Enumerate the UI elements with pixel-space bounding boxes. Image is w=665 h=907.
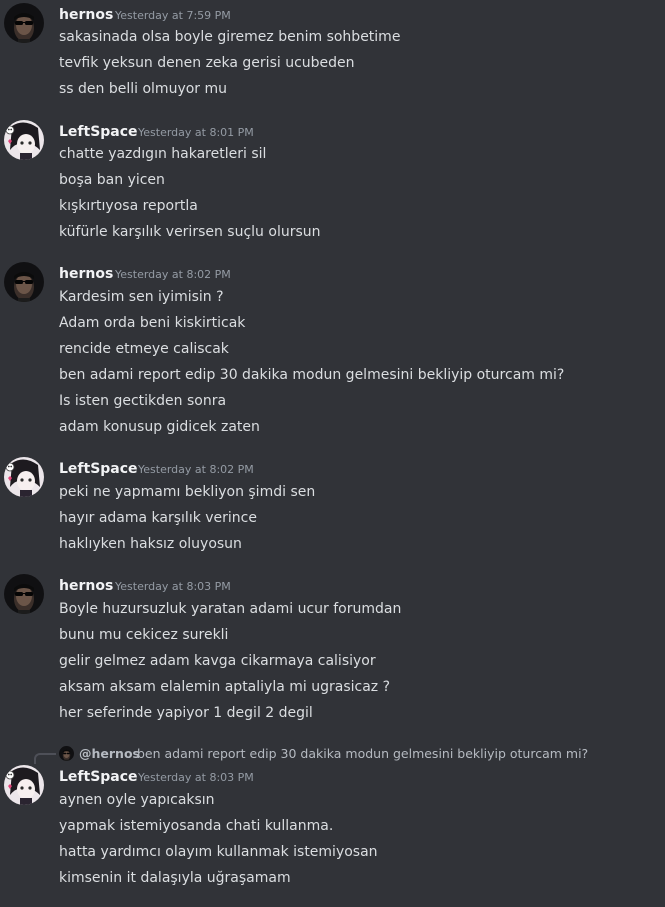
avatar[interactable] [4,262,44,302]
message-text: sakasinada olsa boyle giremez benim sohb… [59,29,401,45]
message-text: kimsenin it dalaşıyla uğraşamam [59,870,291,886]
username[interactable]: hernos [59,6,113,24]
message-timestamp[interactable]: Yesterday at 8:03 PM [138,771,254,785]
message-text: aynen oyle yapıcaksın [59,792,215,808]
message-timestamp[interactable]: Yesterday at 7:59 PM [115,9,231,23]
message-text: aksam aksam elalemin aptaliyla mi ugrasi… [59,679,391,695]
message-text: bunu mu cekicez surekli [59,627,229,643]
message-text: gelir gelmez adam kavga cikarmaya calisi… [59,653,376,669]
message-text: hayır adama karşılık verince [59,510,257,526]
message-timestamp[interactable]: Yesterday at 8:02 PM [138,463,254,477]
message-text: chatte yazdıgın hakaretleri sil [59,146,267,162]
message-text: kışkırtıyosa reportla [59,198,198,214]
message-text: haklıyken haksız oluyosun [59,536,242,552]
username[interactable]: LeftSpace [59,460,138,478]
avatar[interactable] [4,765,44,805]
message-text: peki ne yapmamı bekliyon şimdi sen [59,484,316,500]
message-timestamp[interactable]: Yesterday at 8:02 PM [115,268,231,282]
reply-preview-text[interactable]: ben adami report edip 30 dakika modun ge… [137,746,588,762]
message-text: tevfik yeksun denen zeka gerisi ucubeden [59,55,355,71]
message-text: her seferinde yapiyor 1 degil 2 degil [59,705,313,721]
username[interactable]: LeftSpace [59,123,138,141]
reply-author[interactable]: @hernos [79,746,140,762]
avatar[interactable] [4,457,44,497]
avatar[interactable] [4,120,44,160]
message-timestamp[interactable]: Yesterday at 8:01 PM [138,126,254,140]
message-text: Adam orda beni kiskirticak [59,315,246,331]
message-text: rencide etmeye caliscak [59,341,229,357]
username[interactable]: hernos [59,577,113,595]
chat-messages: hernos Yesterday at 7:59 PM sakasinada ols… [0,0,665,907]
reply-connector [34,753,56,764]
message-text: Kardesim sen iyimisin ? [59,289,224,305]
message-text: küfürle karşılık verirsen suçlu olursun [59,224,321,240]
reply-avatar[interactable] [59,746,74,761]
message-text: adam konusup gidicek zaten [59,419,260,435]
message-text: ben adami report edip 30 dakika modun ge… [59,367,565,383]
message-text: yapmak istemiyosanda chati kullanma. [59,818,334,834]
message-text: ss den belli olmuyor mu [59,81,228,97]
message-text: Boyle huzursuzluk yaratan adami ucur for… [59,601,402,617]
message-text: hatta yardımcı olayım kullanmak istemiyo… [59,844,378,860]
message-timestamp[interactable]: Yesterday at 8:03 PM [115,580,231,594]
username[interactable]: hernos [59,265,113,283]
avatar[interactable] [4,3,44,43]
message-text: Is isten gectikden sonra [59,393,227,409]
message-text: boşa ban yicen [59,172,165,188]
username[interactable]: LeftSpace [59,768,138,786]
avatar[interactable] [4,574,44,614]
